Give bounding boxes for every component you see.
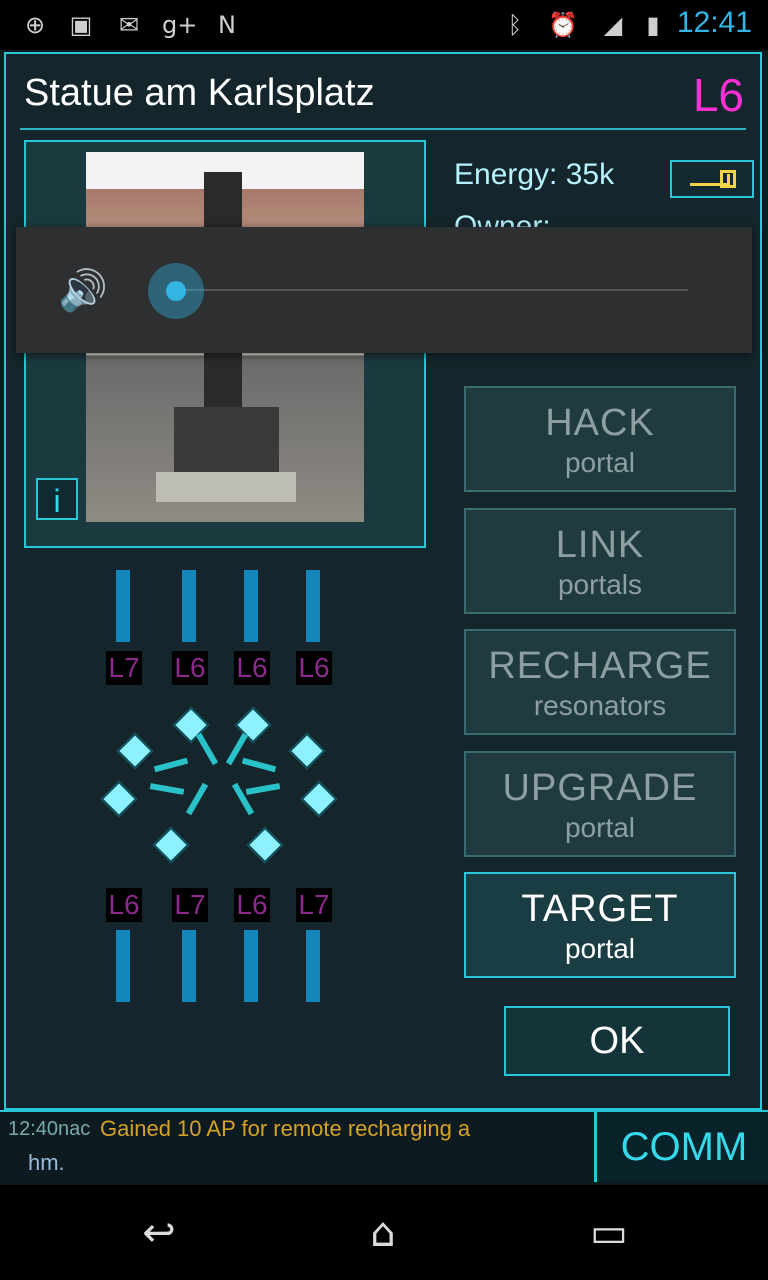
resonator-level: L7 bbox=[106, 651, 142, 685]
comm-bar[interactable]: 12:40nac Gained 10 AP for remote recharg… bbox=[0, 1110, 768, 1184]
back-icon[interactable]: ↩ bbox=[114, 1209, 204, 1257]
link-button[interactable]: LINK portals bbox=[464, 508, 736, 614]
resonator-level: L7 bbox=[296, 888, 332, 922]
link-label: LINK bbox=[555, 524, 645, 566]
resonator-level: L6 bbox=[172, 651, 208, 685]
recharge-label: RECHARGE bbox=[488, 645, 712, 687]
image-icon: ▣ bbox=[69, 11, 93, 39]
navigation-bar: ↩ ⌂ ▭ bbox=[0, 1185, 768, 1280]
resonator-bar bbox=[306, 930, 320, 1002]
resonator-bar bbox=[244, 570, 258, 642]
recharge-sub-label: resonators bbox=[533, 690, 667, 721]
upgrade-sub-label: portal bbox=[564, 812, 636, 843]
home-icon[interactable]: ⌂ bbox=[338, 1209, 428, 1257]
target-button[interactable]: TARGET portal bbox=[464, 872, 736, 978]
hack-sub-label: portal bbox=[564, 447, 636, 478]
battery-icon: ▮ bbox=[646, 11, 660, 39]
resonator-level: L7 bbox=[172, 888, 208, 922]
recents-icon[interactable]: ▭ bbox=[564, 1209, 654, 1257]
volume-track[interactable] bbox=[176, 289, 688, 291]
resonator-level: L6 bbox=[234, 888, 270, 922]
key-button[interactable] bbox=[670, 160, 754, 198]
resonator-bar bbox=[116, 570, 130, 642]
alarm-icon: ⏰ bbox=[548, 11, 578, 39]
link-sub-label: portals bbox=[557, 569, 643, 600]
energy-label: Energy: 35k bbox=[454, 158, 615, 191]
resonator-bar bbox=[244, 930, 258, 1002]
target-sub-label: portal bbox=[564, 933, 636, 964]
ok-button[interactable]: OK bbox=[504, 1006, 730, 1076]
resonator-bar bbox=[306, 570, 320, 642]
target-label: TARGET bbox=[521, 888, 679, 930]
gmail-icon: ✉ bbox=[118, 11, 140, 39]
comm-button[interactable]: COMM bbox=[594, 1112, 768, 1182]
resonator-bar bbox=[182, 570, 196, 642]
upgrade-label: UPGRADE bbox=[502, 767, 698, 809]
signal-icon: ◢ bbox=[603, 11, 623, 39]
bluetooth-icon: ᛒ bbox=[507, 11, 523, 39]
google-plus-icon: g+ bbox=[162, 11, 198, 39]
resonator-bar bbox=[116, 930, 130, 1002]
volume-slider-thumb[interactable] bbox=[148, 263, 204, 319]
key-icon-head bbox=[720, 170, 736, 188]
status-time: 12:41 bbox=[676, 6, 752, 39]
resonator-level: L6 bbox=[234, 651, 270, 685]
upgrade-button[interactable]: UPGRADE portal bbox=[464, 751, 736, 857]
comm-message-continued: hm. bbox=[28, 1150, 65, 1175]
android-icon: N bbox=[218, 11, 236, 39]
portal-title: Statue am Karlsplatz bbox=[24, 72, 375, 114]
resonator-level: L6 bbox=[296, 651, 332, 685]
resonator-bar bbox=[182, 930, 196, 1002]
volume-overlay: 🔊 bbox=[16, 227, 752, 353]
statue-pedestal bbox=[156, 472, 296, 502]
hack-label: HACK bbox=[545, 402, 655, 444]
portal-level: L6 bbox=[692, 69, 744, 121]
resonator-level: L6 bbox=[106, 888, 142, 922]
comm-message: Gained 10 AP for remote recharging a bbox=[100, 1116, 471, 1141]
title-divider bbox=[20, 128, 746, 130]
location-icon: ⊕ bbox=[24, 11, 46, 39]
recharge-button[interactable]: RECHARGE resonators bbox=[464, 629, 736, 735]
status-bar: ⊕ ▣ ✉ g+ N ᛒ ⏰ ◢ ▮ 12:41 bbox=[0, 0, 768, 50]
speaker-icon: 🔊 bbox=[58, 268, 108, 314]
comm-timestamp: 12:40nac bbox=[8, 1118, 91, 1140]
hack-button[interactable]: HACK portal bbox=[464, 386, 736, 492]
info-button[interactable]: i bbox=[36, 478, 78, 520]
